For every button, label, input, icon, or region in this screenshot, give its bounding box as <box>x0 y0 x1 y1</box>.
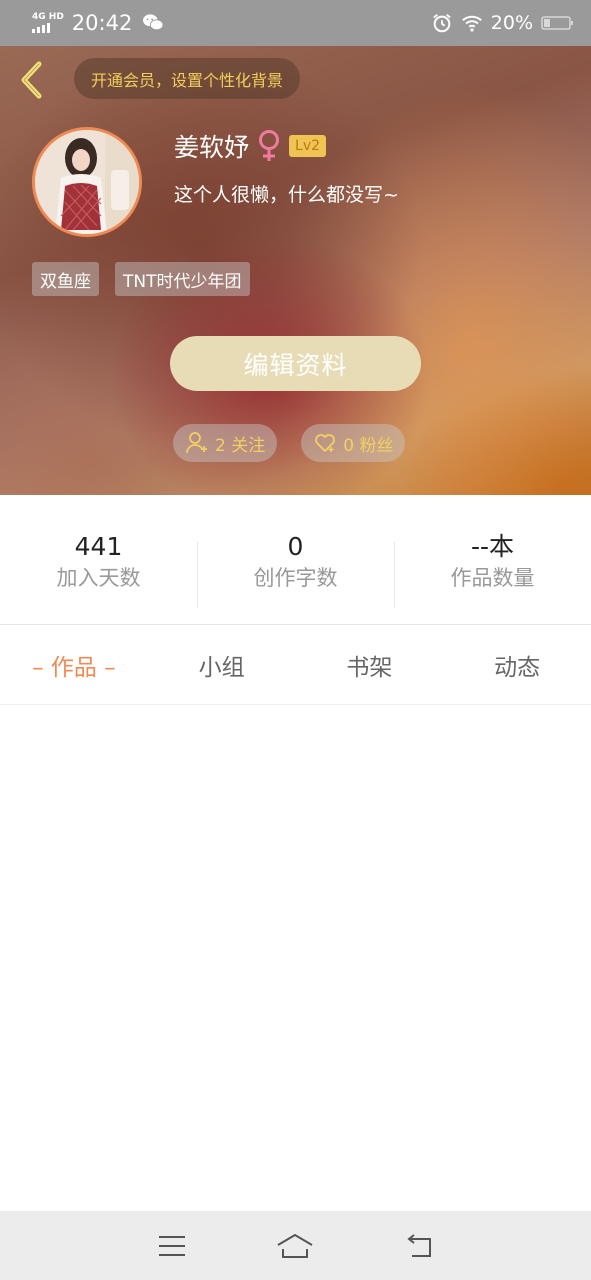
stat-label: 创作字数 <box>253 565 338 590</box>
tab-activity[interactable]: 动态 <box>443 626 591 704</box>
tab-bookshelf[interactable]: 书架 <box>296 626 444 704</box>
tab-works[interactable]: – 作品 – <box>0 626 148 704</box>
fans-button[interactable]: 0 粉丝 <box>301 424 406 462</box>
stat-join-days: 441 加入天数 <box>0 495 197 624</box>
vip-background-banner[interactable]: 开通会员，设置个性化背景 <box>74 58 301 99</box>
signal-indicator: 4G HD <box>32 13 64 33</box>
profile-tabs: – 作品 – 小组 书架 动态 <box>0 626 591 705</box>
stat-works-count: --本 作品数量 <box>394 495 591 624</box>
level-badge: Lv2 <box>289 135 327 157</box>
stat-word-count: 0 创作字数 <box>197 495 394 624</box>
battery-percent: 20% <box>490 12 533 34</box>
signal-bars-icon <box>32 23 50 33</box>
following-button[interactable]: 2 关注 <box>173 424 278 462</box>
clock: 20:42 <box>71 11 133 35</box>
tab-groups[interactable]: 小组 <box>148 626 296 704</box>
tag-constellation[interactable]: 双鱼座 <box>32 262 99 296</box>
wechat-icon <box>143 14 164 31</box>
network-type: 4G HD <box>32 12 64 22</box>
stat-label: 加入天数 <box>56 565 141 590</box>
fans-count: 0 粉丝 <box>343 435 394 456</box>
edit-profile-button[interactable]: 编辑资料 <box>170 336 421 391</box>
avatar-image <box>35 130 139 234</box>
status-bar: 4G HD 20:42 20% <box>0 0 591 46</box>
back-icon <box>407 1233 432 1257</box>
heart-icon <box>315 434 336 452</box>
stat-value: 0 <box>287 531 304 561</box>
username-row: 姜软妤 Lv2 <box>174 128 327 164</box>
nav-back-button[interactable] <box>399 1231 439 1261</box>
wifi-icon <box>461 15 482 32</box>
username: 姜软妤 <box>174 133 250 162</box>
tag-list: 双鱼座 TNT时代少年团 <box>32 262 250 296</box>
tag-fandom[interactable]: TNT时代少年团 <box>115 262 250 296</box>
chevron-left-icon <box>21 61 42 99</box>
menu-icon <box>158 1235 185 1256</box>
system-nav-bar <box>0 1211 591 1280</box>
user-add-icon <box>186 432 207 454</box>
home-icon <box>277 1233 313 1258</box>
avatar[interactable] <box>32 127 142 237</box>
following-count: 2 关注 <box>215 435 266 456</box>
bio: 这个人很懒，什么都没写~ <box>174 184 399 206</box>
stat-value: 441 <box>74 531 123 561</box>
nav-menu-button[interactable] <box>152 1231 192 1261</box>
stats-row: 441 加入天数 0 创作字数 --本 作品数量 <box>0 495 591 625</box>
alarm-icon <box>432 14 451 33</box>
female-icon <box>259 130 280 161</box>
back-button[interactable] <box>14 60 48 100</box>
battery-icon <box>541 16 573 30</box>
stat-value: --本 <box>470 531 515 561</box>
nav-home-button[interactable] <box>275 1231 315 1261</box>
stat-label: 作品数量 <box>450 565 535 590</box>
follow-stats: 2 关注 0 粉丝 <box>173 424 406 462</box>
profile-header: 开通会员，设置个性化背景 姜软妤 Lv2 这个人很懒，什么都没写~ 双鱼座 TN… <box>0 46 591 495</box>
